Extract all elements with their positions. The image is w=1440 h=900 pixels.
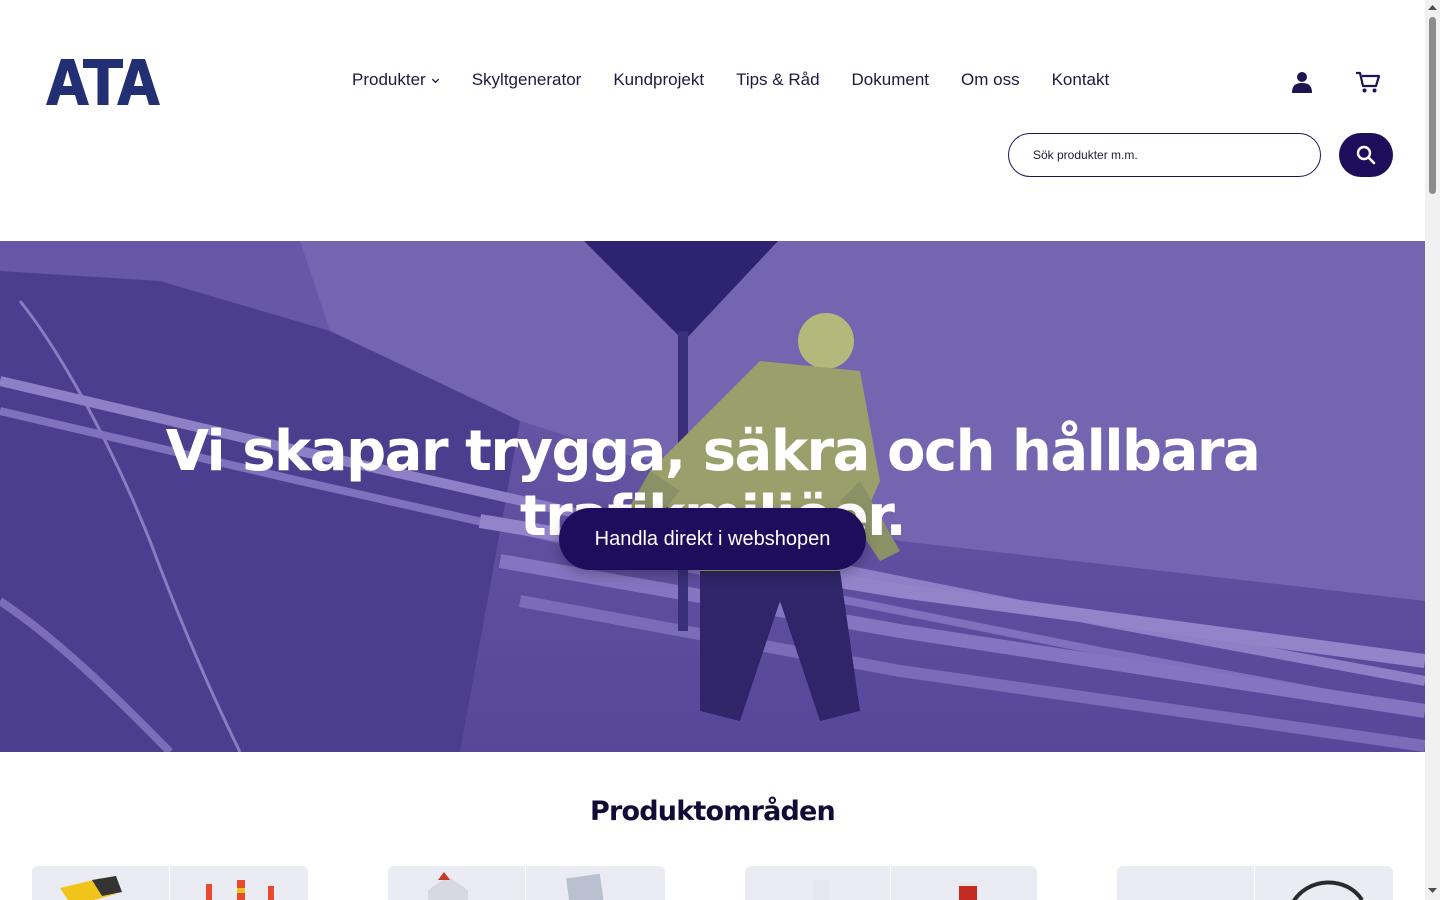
nav-item-om-oss[interactable]: Om oss (961, 70, 1020, 90)
product-image (428, 872, 604, 900)
product-image (60, 876, 274, 900)
main-nav: Produkter Skyltgenerator Kundprojekt Tip… (352, 70, 1109, 90)
site-header: Produkter Skyltgenerator Kundprojekt Tip… (0, 0, 1425, 241)
product-area-card[interactable] (388, 866, 665, 900)
cart-icon[interactable] (1355, 70, 1381, 94)
nav-item-skyltgenerator[interactable]: Skyltgenerator (472, 70, 582, 90)
scroll-up-arrow-icon[interactable] (1428, 3, 1437, 12)
product-image (813, 880, 977, 900)
product-area-card[interactable] (1117, 866, 1393, 900)
search-button[interactable] (1339, 133, 1393, 177)
nav-item-tips-rad[interactable]: Tips & Råd (736, 70, 819, 90)
product-image (1292, 880, 1364, 900)
search-input[interactable] (1033, 148, 1296, 162)
nav-item-dokument[interactable]: Dokument (852, 70, 929, 90)
chevron-down-icon (431, 78, 439, 83)
nav-item-label: Kontakt (1051, 70, 1110, 89)
search-field (1008, 133, 1321, 177)
scrollbar-thumb[interactable] (1429, 17, 1436, 194)
nav-item-kundprojekt[interactable]: Kundprojekt (613, 70, 704, 90)
scrollbar[interactable] (1425, 0, 1440, 900)
product-area-card[interactable] (32, 866, 308, 900)
search-icon (1356, 145, 1376, 165)
nav-item-label: Om oss (961, 70, 1020, 89)
user-icon[interactable] (1290, 70, 1314, 94)
nav-item-label: Skyltgenerator (471, 70, 582, 89)
section-title: Produktområden (590, 796, 836, 827)
nav-item-produkter[interactable]: Produkter (352, 70, 440, 90)
scroll-down-arrow-icon[interactable] (1428, 886, 1437, 895)
nav-item-kontakt[interactable]: Kontakt (1052, 70, 1110, 90)
ata-logo[interactable] (46, 58, 160, 106)
product-area-card[interactable] (745, 866, 1037, 900)
nav-item-label: Kundprojekt (613, 70, 705, 89)
nav-item-label: Dokument (851, 70, 930, 89)
webshop-cta-button[interactable]: Handla direkt i webshopen (559, 508, 866, 570)
nav-item-label: Tips & Råd (736, 70, 820, 89)
hero-banner: Vi skapar trygga, säkra och hållbara tra… (0, 241, 1425, 752)
nav-item-label: Produkter (352, 70, 426, 89)
